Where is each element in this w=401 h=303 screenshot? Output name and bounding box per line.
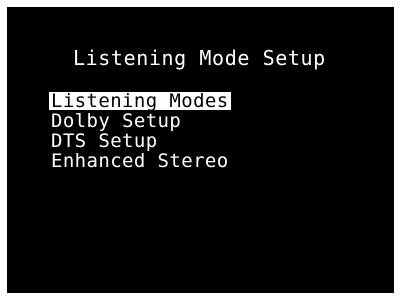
menu-item-label: DTS Setup bbox=[51, 130, 158, 152]
menu-item-dolby-setup[interactable]: Dolby Setup bbox=[49, 112, 231, 132]
menu-item-label: Dolby Setup bbox=[51, 110, 182, 132]
menu-item-dts-setup[interactable]: DTS Setup bbox=[49, 132, 231, 152]
menu-item-label: Listening Modes bbox=[49, 90, 231, 112]
setup-menu: Listening Modes Dolby Setup DTS Setup En… bbox=[49, 92, 231, 172]
osd-screen: Listening Mode Setup Listening Modes Dol… bbox=[7, 7, 394, 293]
screen-title: Listening Mode Setup bbox=[73, 46, 326, 70]
menu-item-listening-modes[interactable]: Listening Modes bbox=[49, 92, 231, 112]
menu-item-label: Enhanced Stereo bbox=[51, 150, 229, 172]
menu-item-enhanced-stereo[interactable]: Enhanced Stereo bbox=[49, 152, 231, 172]
